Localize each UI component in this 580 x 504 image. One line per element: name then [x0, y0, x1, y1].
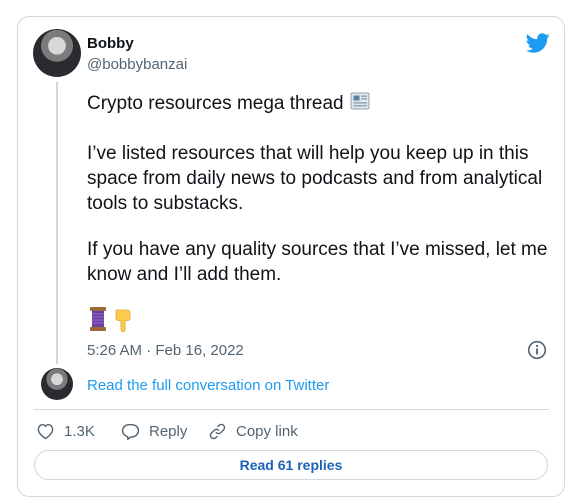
- tweet-line-1: Crypto resources mega thread: [87, 90, 557, 116]
- tweet-paragraph-3: If you have any quality sources that I’v…: [87, 239, 548, 285]
- info-icon[interactable]: [527, 340, 547, 360]
- twitter-bird-icon[interactable]: [526, 31, 550, 55]
- link-chain-icon: [209, 423, 226, 439]
- read-conversation-link[interactable]: Read the full conversation on Twitter: [87, 377, 329, 394]
- author-avatar[interactable]: [33, 29, 81, 77]
- emoji-row: [87, 306, 133, 334]
- thread-spool-icon: [90, 307, 106, 331]
- author-name[interactable]: Bobby: [87, 35, 134, 52]
- pointing-down-hand-icon: [116, 309, 131, 332]
- tweet-timestamp[interactable]: 5:26 AM · Feb 16, 2022: [87, 342, 244, 359]
- conversation-avatar[interactable]: [41, 368, 73, 400]
- read-replies-button[interactable]: Read 61 replies: [34, 450, 548, 480]
- reply-bubble-icon: [121, 423, 140, 440]
- like-button[interactable]: 1.3K: [36, 420, 95, 442]
- copy-link-label: Copy link: [236, 422, 298, 440]
- divider: [34, 409, 549, 410]
- like-count: 1.3K: [64, 422, 95, 440]
- copy-link-button[interactable]: Copy link: [208, 420, 298, 442]
- reply-label: Reply: [149, 422, 188, 440]
- heart-icon: [37, 423, 54, 440]
- newspaper-icon: [350, 92, 370, 110]
- thread-connector-line: [56, 82, 58, 364]
- reply-button[interactable]: Reply: [121, 420, 187, 442]
- author-handle[interactable]: @bobbybanzai: [87, 56, 187, 73]
- tweet-paragraph-2: I’ve listed resources that will help you…: [87, 143, 543, 214]
